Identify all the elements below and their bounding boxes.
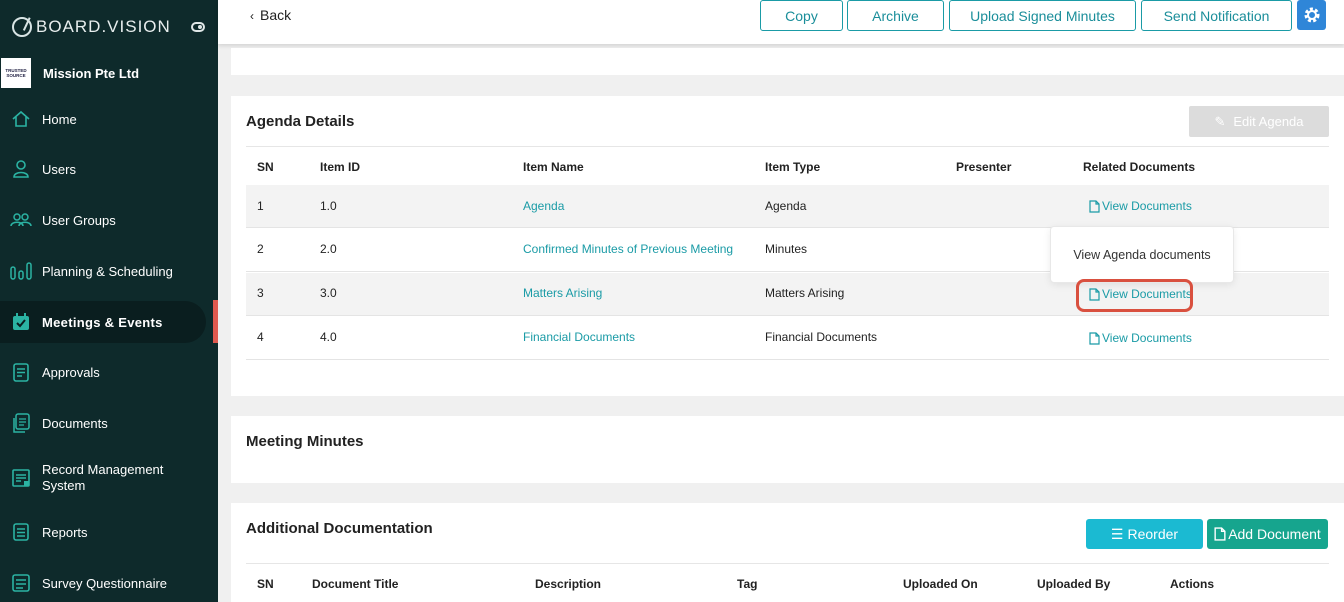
sidebar-item-home[interactable]: Home (0, 98, 206, 140)
col-related-documents: Related Documents (1083, 160, 1196, 174)
meeting-minutes-title: Meeting Minutes (246, 433, 364, 450)
col-actions: Actions (1170, 577, 1215, 591)
add-document-button[interactable]: Add Document (1207, 519, 1328, 549)
sidebar-item-planning[interactable]: Planning & Scheduling (0, 250, 206, 292)
col-presenter: Presenter (956, 160, 1012, 174)
file-icon (1214, 527, 1226, 541)
summary-card (231, 48, 1344, 75)
copy-button[interactable]: Copy (760, 0, 843, 31)
table-row: 1 1.0 Agenda Agenda View Documents (246, 185, 1329, 228)
sidebar-item-user-groups[interactable]: User Groups (0, 199, 206, 241)
col-description: Description (535, 577, 602, 591)
user-group-icon (10, 209, 32, 231)
sidebar-item-record-management[interactable]: Record Management System (0, 456, 206, 500)
documents-icon (10, 412, 32, 434)
sidebar-item-users[interactable]: Users (0, 148, 206, 190)
report-icon (10, 521, 32, 543)
list-icon: ☰ (1110, 525, 1124, 542)
upload-signed-minutes-button[interactable]: Upload Signed Minutes (949, 0, 1136, 31)
gear-icon[interactable] (1297, 0, 1326, 30)
sidebar-toggle-icon[interactable] (191, 22, 205, 32)
sidebar-item-reports[interactable]: Reports (0, 511, 206, 553)
col-item-name: Item Name (523, 160, 584, 174)
col-sn: SN (257, 160, 274, 174)
edit-agenda-button[interactable]: ✎ Edit Agenda (1189, 106, 1329, 137)
file-icon (1089, 331, 1100, 345)
col-item-id: Item ID (320, 160, 361, 174)
item-name-link[interactable]: Matters Arising (523, 286, 602, 300)
org-name: Mission Pte Ltd (43, 65, 140, 81)
agenda-title: Agenda Details (246, 113, 355, 130)
record-icon (10, 467, 32, 489)
table-row: 4 4.0 Financial Documents Financial Docu… (246, 317, 1329, 360)
col-document-title: Document Title (312, 577, 399, 591)
sidebar-item-documents[interactable]: Documents (0, 402, 206, 444)
chart-icon (10, 260, 32, 282)
active-nav-indicator (213, 300, 218, 343)
col-uploaded-on: Uploaded On (903, 577, 978, 591)
meeting-minutes-card: Meeting Minutes (231, 416, 1344, 483)
item-name-link[interactable]: Agenda (523, 199, 564, 213)
send-notification-button[interactable]: Send Notification (1141, 0, 1292, 31)
chevron-left-icon: ‹ (250, 9, 254, 23)
reorder-button[interactable]: ☰ Reorder (1086, 519, 1203, 549)
board-vision-logo-icon (12, 17, 32, 37)
sidebar-item-meetings[interactable]: Meetings & Events (0, 301, 206, 343)
organization[interactable]: TRUSTED SOURCE Mission Pte Ltd (0, 57, 218, 89)
additional-documentation-card: Additional Documentation ☰ Reorder Add Do… (231, 503, 1344, 602)
brand[interactable]: BOARD.VISION (0, 0, 218, 54)
sidebar-item-survey[interactable]: Survey Questionnaire (0, 562, 206, 602)
archive-button[interactable]: Archive (847, 0, 944, 31)
survey-icon (10, 572, 32, 594)
col-tag: Tag (737, 577, 758, 591)
org-logo: TRUSTED SOURCE (1, 58, 31, 88)
item-name-link[interactable]: Confirmed Minutes of Previous Meeting (523, 242, 733, 256)
view-documents-link[interactable]: View Documents (1089, 331, 1192, 345)
highlight-box (1076, 279, 1193, 312)
view-documents-link[interactable]: View Documents (1089, 199, 1192, 213)
calendar-icon (10, 311, 32, 333)
home-icon (10, 108, 32, 130)
top-toolbar: ‹ Back Copy Archive Upload Signed Minutes… (218, 0, 1344, 44)
back-button[interactable]: ‹ Back (250, 7, 291, 23)
col-sn: SN (257, 577, 274, 591)
item-name-link[interactable]: Financial Documents (523, 330, 635, 344)
pencil-icon: ✎ (1214, 113, 1226, 129)
col-item-type: Item Type (765, 160, 821, 174)
additional-documentation-title: Additional Documentation (246, 520, 433, 537)
col-uploaded-by: Uploaded By (1037, 577, 1111, 591)
tooltip: View Agenda documents (1050, 226, 1234, 283)
sidebar: BOARD.VISION TRUSTED SOURCE Mission Pte … (0, 0, 218, 602)
sidebar-item-approvals[interactable]: Approvals (0, 351, 206, 393)
brand-name: BOARD.VISION (36, 17, 171, 36)
file-icon (1089, 199, 1100, 213)
user-icon (10, 158, 32, 180)
approval-doc-icon (10, 361, 32, 383)
